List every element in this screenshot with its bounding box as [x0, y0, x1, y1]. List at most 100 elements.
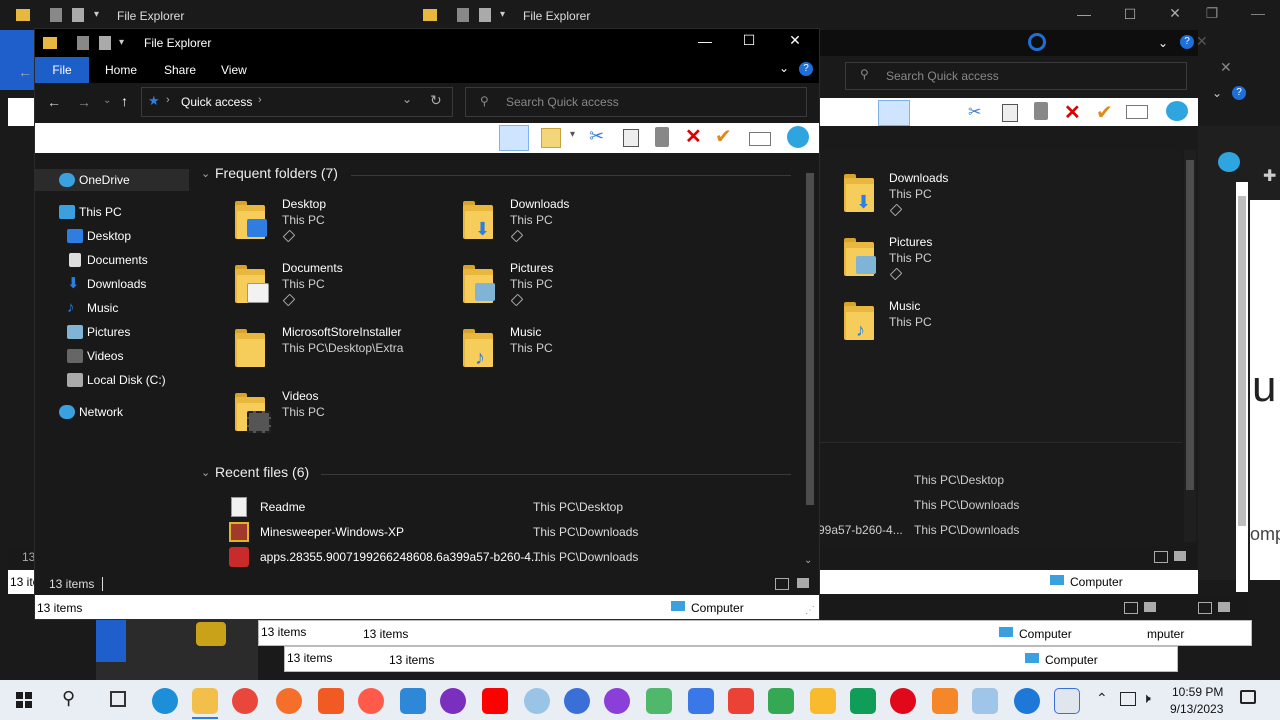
- cut-icon[interactable]: ✂: [968, 102, 981, 122]
- sheets-icon[interactable]: [850, 688, 876, 714]
- window-app-icon[interactable]: [1054, 688, 1080, 714]
- background-item-name[interactable]: Music: [889, 299, 920, 313]
- chevron-down-icon[interactable]: ⌄: [779, 61, 789, 75]
- chrome-icon[interactable]: [232, 688, 258, 714]
- details-view-icon[interactable]: [1154, 551, 1168, 563]
- restore-button[interactable]: ❐: [1202, 5, 1222, 22]
- volume-icon[interactable]: 🕨: [1142, 690, 1151, 707]
- background-item-name[interactable]: Downloads: [889, 171, 948, 185]
- title-bar[interactable]: ▾ File Explorer — ☐ ✕: [35, 29, 819, 57]
- opera-icon[interactable]: [890, 688, 916, 714]
- chevron-down-icon[interactable]: ⌄: [1158, 36, 1168, 50]
- globe-icon[interactable]: [787, 126, 809, 148]
- controller-icon[interactable]: [440, 688, 466, 714]
- back-arrow-icon[interactable]: ←: [18, 64, 32, 80]
- pin-icon[interactable]: [510, 293, 524, 307]
- back-arrow-icon[interactable]: ←: [47, 94, 61, 110]
- copy-icon[interactable]: [623, 129, 639, 147]
- rename-icon[interactable]: [1126, 105, 1148, 119]
- drive-icon[interactable]: [768, 688, 794, 714]
- chevron-down-icon[interactable]: ▾: [94, 9, 99, 20]
- collapse-chevron-icon[interactable]: ⌄: [201, 167, 210, 180]
- slides-icon[interactable]: [810, 688, 836, 714]
- help-icon[interactable]: ?: [1232, 86, 1246, 100]
- tab-file[interactable]: File: [35, 57, 89, 83]
- paste-icon[interactable]: [1034, 102, 1048, 120]
- help-icon[interactable]: ?: [799, 62, 813, 76]
- scrollbar-thumb[interactable]: [1186, 160, 1194, 490]
- opera-gx-icon[interactable]: [358, 688, 384, 714]
- folder-tile-downloads[interactable]: ⬇ Downloads This PC: [463, 197, 683, 251]
- search-box[interactable]: ⚲ Search Quick access: [465, 87, 807, 117]
- rainbow-app-icon[interactable]: [646, 688, 672, 714]
- minimize-button[interactable]: —: [695, 33, 715, 49]
- tiles-view-icon[interactable]: [1144, 602, 1156, 612]
- globe-icon[interactable]: [1166, 101, 1188, 121]
- recent-header[interactable]: Recent files (6): [215, 464, 309, 480]
- frequent-header[interactable]: Frequent folders (7): [215, 165, 338, 181]
- close-button[interactable]: ✕: [1165, 5, 1185, 22]
- extensions-icon[interactable]: ✚: [1263, 166, 1276, 186]
- pin-icon[interactable]: [510, 229, 524, 243]
- folder-tile-music[interactable]: ♪ Music This PC: [463, 325, 683, 379]
- minimize-button[interactable]: —: [1248, 5, 1268, 21]
- gmail-icon[interactable]: [728, 688, 754, 714]
- scrollbar-thumb[interactable]: [806, 173, 814, 505]
- file-explorer-window[interactable]: ▾ File Explorer — ☐ ✕ File Home Share Vi…: [34, 28, 820, 620]
- folder-tile-desktop[interactable]: Desktop This PC: [235, 197, 455, 251]
- notification-icon[interactable]: [1240, 690, 1256, 704]
- folder-tile-documents[interactable]: Documents This PC: [235, 261, 455, 315]
- clock-time[interactable]: 10:59 PM: [1172, 685, 1223, 699]
- brave-icon[interactable]: [318, 688, 344, 714]
- image-viewer-icon[interactable]: [972, 688, 998, 714]
- address-bar[interactable]: ★ › Quick access › ⌄ ↻: [141, 87, 453, 117]
- edge-icon[interactable]: [152, 688, 178, 714]
- preview-pane-icon[interactable]: [878, 100, 910, 126]
- resize-grip-icon[interactable]: ⋰: [805, 605, 815, 616]
- recent-row[interactable]: apps.28355.9007199266248608.6a399a57-b26…: [227, 547, 787, 569]
- background-item-name[interactable]: Pictures: [889, 235, 932, 249]
- maximize-button[interactable]: ☐: [739, 32, 759, 49]
- scrollbar-thumb[interactable]: [1238, 196, 1246, 526]
- gamepad-icon[interactable]: [604, 688, 630, 714]
- folder-tile-pictures[interactable]: Pictures This PC: [463, 261, 683, 315]
- delete-icon[interactable]: ✕: [1064, 100, 1081, 125]
- tiles-view-icon[interactable]: [1174, 551, 1186, 561]
- pin-icon[interactable]: [282, 293, 296, 307]
- preview-pane-icon[interactable]: [499, 125, 529, 151]
- check-icon[interactable]: ✔: [715, 124, 732, 149]
- recent-row[interactable]: Minesweeper-Windows-XP This PC\Downloads: [227, 522, 787, 544]
- file-explorer-icon[interactable]: [192, 688, 218, 714]
- recent-locations-icon[interactable]: ⌄: [103, 95, 111, 106]
- tab-home[interactable]: Home: [105, 63, 137, 77]
- minimize-button[interactable]: —: [1074, 6, 1094, 22]
- search-icon[interactable]: ⚲: [62, 688, 75, 709]
- background-recent-name[interactable]: 99a57-b260-4...: [818, 523, 903, 537]
- droplet-icon[interactable]: [524, 688, 550, 714]
- refresh-icon[interactable]: ↻: [430, 92, 442, 109]
- app-orange-icon[interactable]: [932, 688, 958, 714]
- help-icon[interactable]: ?: [1180, 35, 1194, 49]
- breadcrumb-chevron-icon[interactable]: ›: [258, 94, 262, 106]
- chevron-down-icon[interactable]: ▾: [500, 9, 505, 20]
- check-icon[interactable]: ✔: [1096, 100, 1113, 125]
- network-icon[interactable]: [1120, 692, 1136, 706]
- globe-icon[interactable]: [1014, 688, 1040, 714]
- copy-icon[interactable]: [1002, 104, 1018, 122]
- layout-icon[interactable]: [541, 128, 561, 148]
- task-view-icon[interactable]: [110, 691, 126, 707]
- close-icon[interactable]: ✕: [1220, 59, 1232, 76]
- content-scrollbar[interactable]: ⌄: [803, 169, 817, 569]
- cut-icon[interactable]: ✂: [589, 126, 604, 147]
- recent-row[interactable]: Readme This PC\Desktop: [227, 497, 787, 519]
- up-arrow-icon[interactable]: ↑: [121, 93, 128, 109]
- firefox-icon[interactable]: [276, 688, 302, 714]
- clock-date[interactable]: 9/13/2023: [1170, 702, 1223, 716]
- windows-start-icon[interactable]: [16, 692, 32, 708]
- details-view-icon[interactable]: [1198, 602, 1212, 614]
- close-button[interactable]: ✕: [785, 32, 805, 49]
- forward-arrow-icon[interactable]: →: [77, 94, 91, 110]
- youtube-icon[interactable]: [482, 688, 508, 714]
- address-dropdown-icon[interactable]: ⌄: [402, 92, 412, 106]
- heart-monitor-icon[interactable]: [400, 688, 426, 714]
